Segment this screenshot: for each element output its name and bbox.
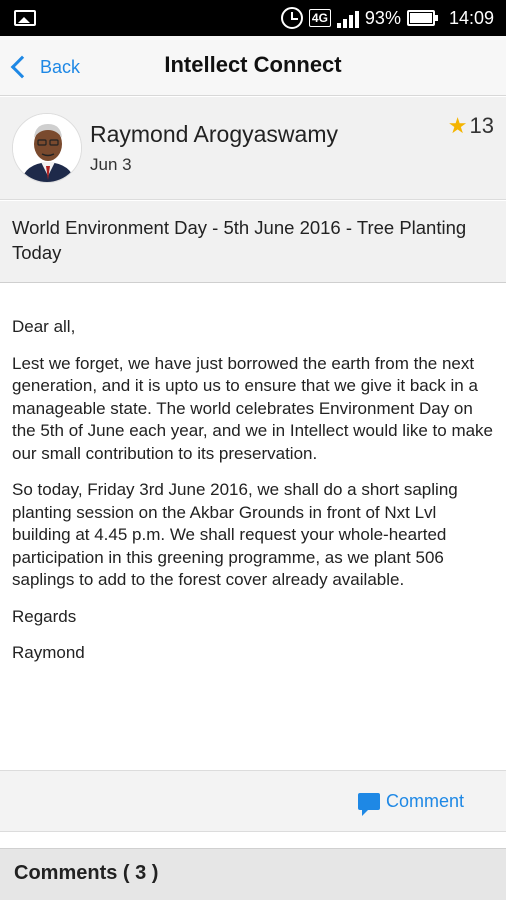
- avatar[interactable]: [12, 113, 82, 183]
- star-icon: ★: [447, 113, 468, 138]
- post-subject: World Environment Day - 5th June 2016 - …: [0, 201, 506, 283]
- body-paragraph: Regards: [12, 606, 77, 626]
- status-bar: 4G 93% 14:09: [0, 0, 506, 36]
- comments-header[interactable]: Comments ( 3 ): [0, 848, 506, 900]
- page-title: Intellect Connect: [164, 52, 342, 77]
- author-name: Raymond Arogyaswamy: [90, 121, 338, 147]
- app-header: Back Intellect Connect: [0, 36, 506, 96]
- post-header: Raymond Arogyaswamy Jun 3 ★ 13: [0, 97, 506, 200]
- body-paragraph: Lest we forget, we have just borrowed th…: [12, 353, 494, 463]
- comment-button[interactable]: Comment: [357, 791, 464, 816]
- action-bar: Comment: [0, 770, 506, 832]
- body-paragraph: Raymond: [12, 643, 85, 662]
- post-body: Dear all, Lest we forget, we have just b…: [12, 316, 496, 679]
- clock: 14:09: [448, 7, 494, 28]
- battery-percent: 93%: [364, 7, 401, 28]
- post-date: Jun 3: [90, 155, 132, 174]
- signal-icon: [336, 8, 359, 28]
- network-type: 4G: [308, 9, 331, 27]
- rating-count: 13: [469, 113, 494, 138]
- battery-icon: [406, 10, 438, 26]
- comment-label: Comment: [385, 791, 464, 811]
- body-paragraph: So today, Friday 3rd June 2016, we shall…: [12, 480, 458, 589]
- status-indicators: 4G 93% 14:09: [280, 0, 494, 36]
- image-icon: [14, 10, 36, 26]
- body-paragraph: Dear all,: [12, 317, 76, 336]
- rating[interactable]: ★ 13: [448, 113, 494, 139]
- comment-icon: [357, 793, 380, 816]
- alarm-icon: [280, 7, 303, 29]
- avatar-image: [13, 114, 81, 182]
